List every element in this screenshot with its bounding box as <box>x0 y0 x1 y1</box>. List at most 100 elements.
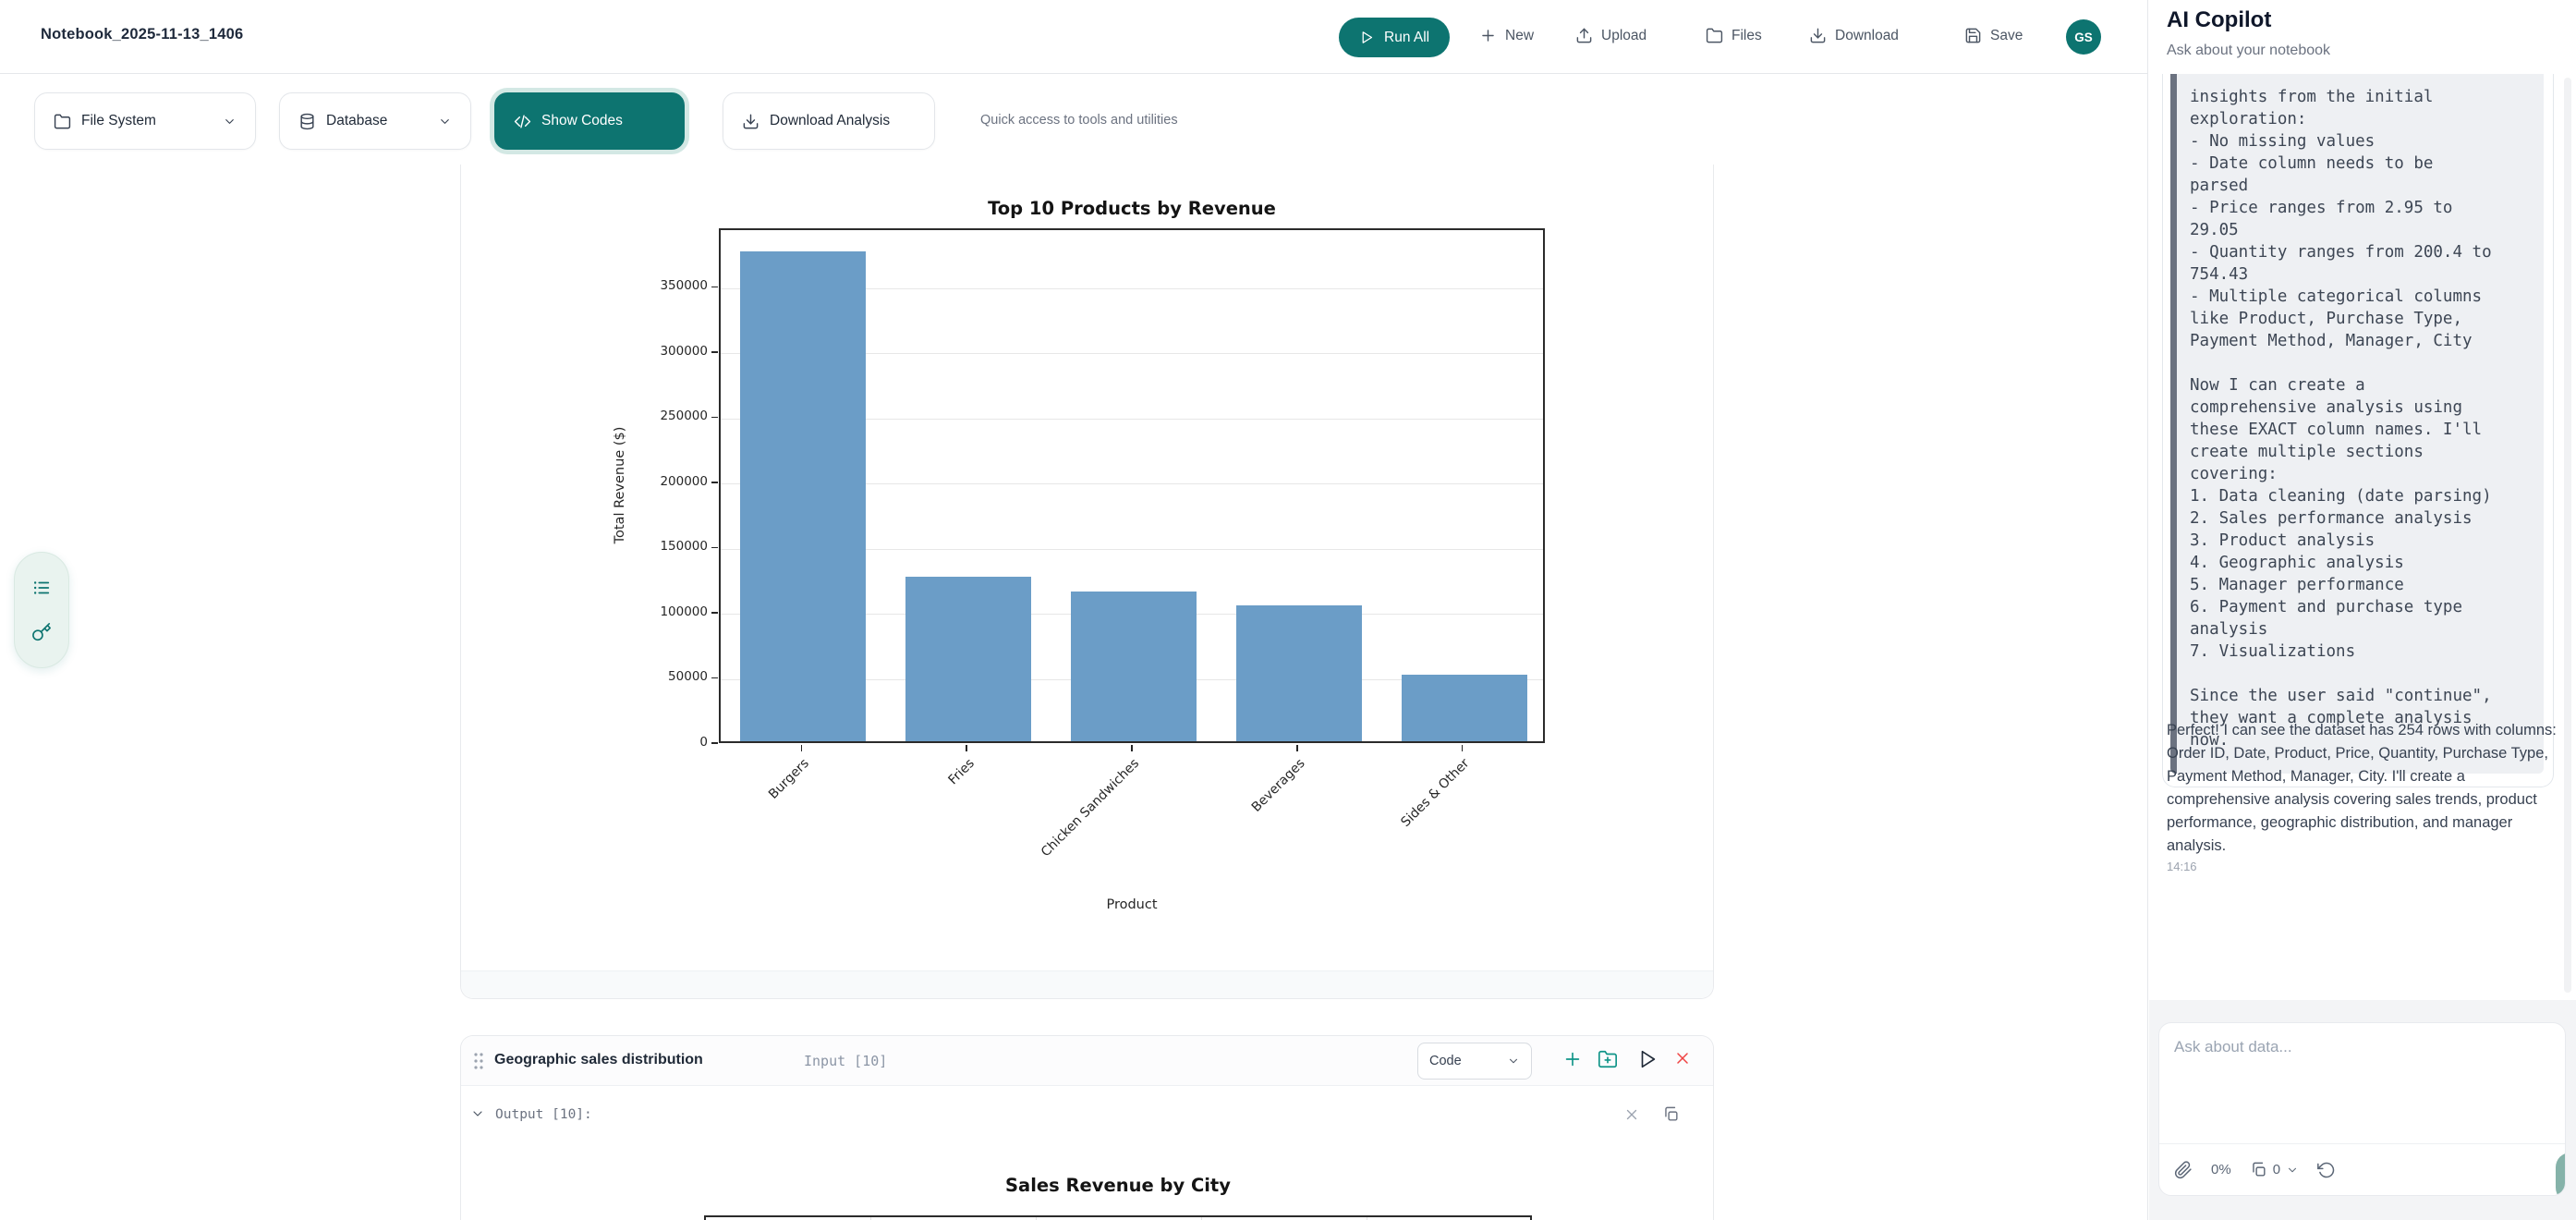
cell-type-select[interactable]: Code <box>1417 1043 1532 1080</box>
y-tick-label: 250000 <box>597 409 708 423</box>
show-codes-label: Show Codes <box>541 113 623 129</box>
download-button[interactable]: Download <box>1809 27 1899 44</box>
assistant-message-text: Perfect! I can see the dataset has 254 r… <box>2167 719 2566 858</box>
plus-icon <box>1479 27 1497 44</box>
y-tick-label: 350000 <box>597 278 708 293</box>
bar-beverages <box>1236 605 1362 741</box>
y-tick-label: 150000 <box>597 539 708 554</box>
bar-fries <box>905 577 1031 741</box>
x-tick-label: Fries <box>945 756 977 787</box>
chart1-plot-area <box>719 228 1545 743</box>
assistant-message-bubble: insights from the initial exploration: -… <box>2162 74 2554 787</box>
files-button[interactable]: Files <box>1706 27 1762 44</box>
y-tick-label: 100000 <box>597 604 708 619</box>
collapse-output-icon[interactable] <box>470 1106 485 1121</box>
cell2-input-label: Input [10] <box>804 1053 887 1069</box>
y-tick-label: 0 <box>597 735 708 750</box>
y-tick-mark <box>711 417 718 419</box>
key-icon[interactable] <box>31 622 52 642</box>
show-codes-button[interactable]: Show Codes <box>494 92 685 150</box>
download-analysis-label: Download Analysis <box>770 113 890 129</box>
context-files-group[interactable]: 0 <box>2250 1161 2299 1178</box>
notebook-title: Notebook_2025-11-13_1406 <box>41 26 243 43</box>
context-usage-percent: 0% <box>2211 1162 2231 1177</box>
y-tick-label: 300000 <box>597 344 708 359</box>
drag-handle-icon[interactable] <box>472 1051 485 1071</box>
run-all-button[interactable]: Run All <box>1339 18 1450 57</box>
y-tick-mark <box>711 287 718 288</box>
delete-cell-icon[interactable] <box>1673 1049 1692 1068</box>
app-window: Notebook_2025-11-13_1406 Run All New Upl… <box>0 0 2576 1220</box>
assistant-thinking-code-block: insights from the initial exploration: -… <box>2170 74 2544 774</box>
folder-icon <box>54 113 71 130</box>
bar-sides-other <box>1402 675 1527 741</box>
chat-input[interactable] <box>2159 1023 2565 1143</box>
code-icon <box>514 113 531 130</box>
x-tick-mark <box>1296 745 1298 751</box>
y-tick-mark <box>711 351 718 353</box>
download-icon <box>1809 27 1827 44</box>
download-analysis-button[interactable]: Download Analysis <box>723 92 935 150</box>
chart1-title: Top 10 Products by Revenue <box>719 198 1545 219</box>
add-cell-icon[interactable] <box>1562 1049 1583 1069</box>
send-button[interactable] <box>2556 1153 2566 1196</box>
cell2-output-row: Output [10]: <box>461 1099 1713 1140</box>
new-label: New <box>1505 28 1534 44</box>
user-avatar[interactable]: GS <box>2066 19 2101 55</box>
save-button[interactable]: Save <box>1964 27 2023 44</box>
x-tick-mark <box>966 745 967 751</box>
list-outline-icon[interactable] <box>31 578 52 598</box>
output-label: Output [10]: <box>495 1107 592 1122</box>
chevron-down-icon <box>438 115 452 128</box>
cell-type-value: Code <box>1429 1054 1462 1068</box>
files-label: Files <box>1732 28 1762 44</box>
composer-toolbar: 0% 0 <box>2159 1143 2565 1195</box>
chart1-x-axis-label: Product <box>719 897 1545 912</box>
chat-input-card: 0% 0 <box>2158 1022 2566 1196</box>
floating-tools-panel <box>14 552 69 668</box>
y-tick-label: 200000 <box>597 474 708 489</box>
copilot-subtitle: Ask about your notebook <box>2167 43 2330 59</box>
y-tick-mark <box>711 742 718 744</box>
download-icon <box>742 113 759 130</box>
cell1-footer-strip <box>461 970 1713 998</box>
bar-chicken-sandwiches <box>1071 592 1197 741</box>
composer-section: 0% 0 <box>2149 1000 2576 1220</box>
y-tick-mark <box>711 482 718 483</box>
y-tick-mark <box>711 547 718 549</box>
ai-copilot-panel: AI Copilot Ask about your notebook insig… <box>2147 0 2576 1220</box>
upload-icon <box>1575 27 1593 44</box>
download-label: Download <box>1835 28 1899 44</box>
notebook-cell-product-revenue: Top 10 Products by Revenue Total Revenue… <box>460 165 1714 999</box>
y-tick-mark <box>711 612 718 614</box>
database-label: Database <box>326 113 387 129</box>
attachment-icon[interactable] <box>2174 1161 2193 1179</box>
x-tick-label: Chicken Sandwiches <box>1039 756 1142 860</box>
clear-output-icon[interactable] <box>1623 1106 1640 1123</box>
file-system-dropdown[interactable]: File System <box>34 92 256 150</box>
cell2-title: Geographic sales distribution <box>494 1052 703 1068</box>
copy-output-icon[interactable] <box>1662 1105 1680 1123</box>
x-tick-mark <box>1131 745 1133 751</box>
folder-icon <box>1706 27 1723 44</box>
x-tick-label: Sides & Other <box>1399 756 1473 830</box>
upload-button[interactable]: Upload <box>1575 27 1646 44</box>
reset-conversation-icon[interactable] <box>2317 1161 2336 1179</box>
chevron-down-icon <box>2286 1164 2299 1177</box>
play-icon <box>1359 30 1375 45</box>
message-timestamp: 14:16 <box>2167 860 2197 873</box>
new-button[interactable]: New <box>1479 27 1534 44</box>
run-all-label: Run All <box>1384 30 1429 46</box>
pages-icon <box>2250 1161 2267 1178</box>
upload-label: Upload <box>1601 28 1646 44</box>
folder-plus-icon[interactable] <box>1598 1049 1618 1069</box>
cell2-header: Geographic sales distribution Input [10]… <box>461 1036 1713 1086</box>
chevron-down-icon <box>223 115 237 128</box>
notebook-cell-geographic: Geographic sales distribution Input [10]… <box>460 1035 1714 1220</box>
y-tick-mark <box>711 677 718 679</box>
run-cell-icon[interactable] <box>1637 1049 1658 1069</box>
copilot-title: AI Copilot <box>2167 7 2271 33</box>
database-dropdown[interactable]: Database <box>279 92 471 150</box>
x-tick-mark <box>801 745 803 751</box>
app-header: Notebook_2025-11-13_1406 Run All New Upl… <box>0 0 2148 74</box>
